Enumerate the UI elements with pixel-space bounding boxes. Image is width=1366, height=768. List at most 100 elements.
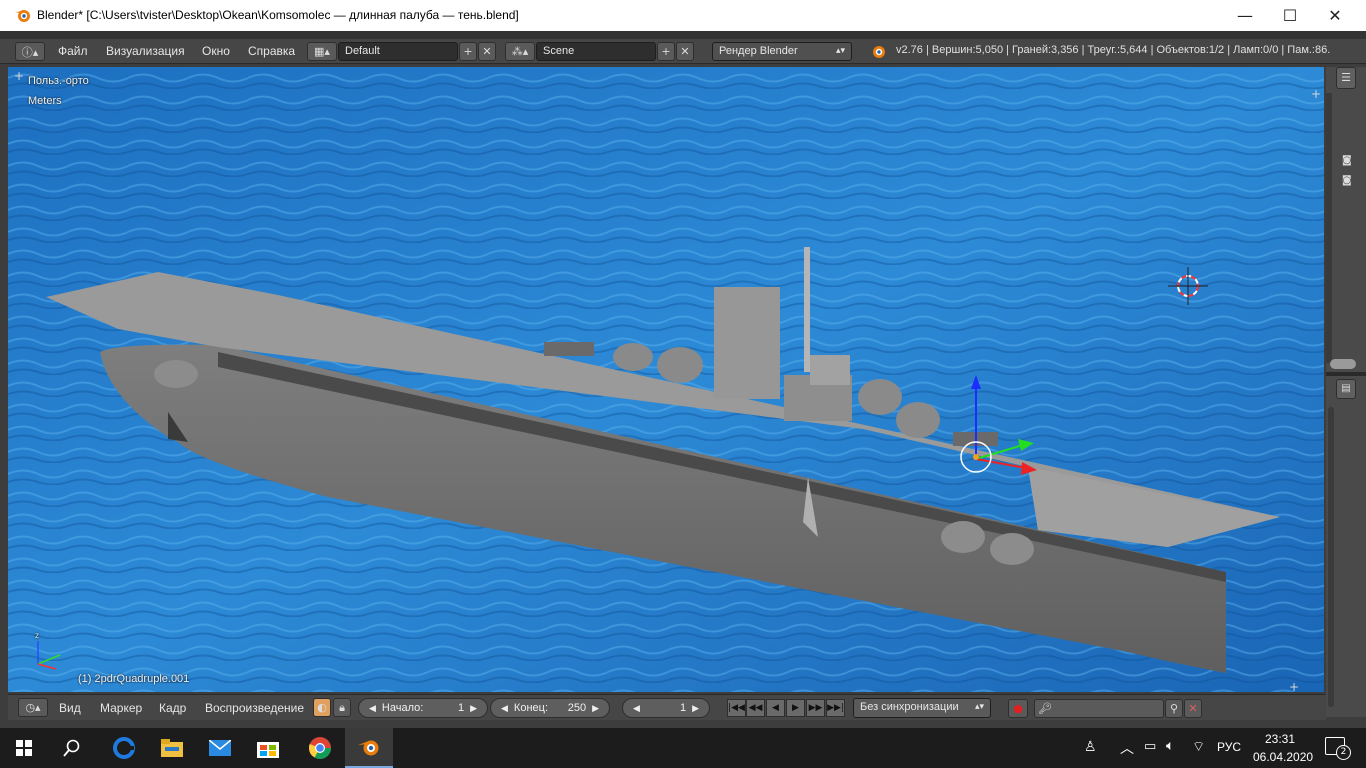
clock-date[interactable]: 06.04.2020 <box>1253 750 1313 764</box>
keying-set-field[interactable]: 🔑︎ <box>1034 699 1164 718</box>
lock-icon[interactable]: 🔒︎ <box>333 698 351 717</box>
screen-layout-icon[interactable]: ▦▴ <box>307 42 337 61</box>
maximize-button[interactable]: ☐ <box>1267 0 1313 31</box>
battery-icon[interactable]: ▭ <box>1144 739 1156 754</box>
mail-taskbar-button[interactable] <box>196 728 244 768</box>
menu-render[interactable]: Визуализация <box>106 44 185 58</box>
increment-icon: ▶ <box>692 702 699 713</box>
current-frame-field[interactable]: ◀ 1 ▶ <box>622 698 710 718</box>
dropdown-arrows-icon: ▴▾ <box>974 701 984 711</box>
play-reverse-icon[interactable]: ◀ <box>766 699 785 717</box>
blender-logo-icon <box>15 10 30 22</box>
windows-logo-icon <box>16 740 32 756</box>
chrome-taskbar-button[interactable] <box>296 728 344 768</box>
network-icon[interactable]: ⌔ <box>1192 738 1205 756</box>
record-icon[interactable]: ● <box>1008 699 1028 718</box>
window-title: Blender* [C:\Users\tvister\Desktop\Okean… <box>37 8 519 22</box>
side-turret-aft-2 <box>990 533 1034 565</box>
scene-icon[interactable]: ⁂▴ <box>505 42 535 61</box>
outliner-editor-icon[interactable]: ☰ <box>1336 67 1356 89</box>
screen-layout-field[interactable]: Default <box>338 42 458 61</box>
jump-start-icon[interactable]: |◀◀ <box>727 699 746 717</box>
window-border <box>0 31 1366 39</box>
play-icon[interactable]: ▶ <box>786 699 805 717</box>
units-label: Meters <box>28 95 62 107</box>
insert-keyframe-icon[interactable]: ⚲ <box>1165 699 1183 718</box>
panel-scrollbar-track[interactable] <box>1326 93 1332 363</box>
properties-editor-icon[interactable]: ▤ <box>1336 379 1356 399</box>
camera-icon[interactable]: ◙ <box>1342 155 1352 166</box>
editor-type-timeline-icon[interactable]: ◷▴ <box>18 698 48 717</box>
region-expand-icon-bottom[interactable]: + <box>1289 680 1299 692</box>
folder-icon <box>161 739 183 757</box>
store-icon <box>257 742 279 758</box>
panel-divider <box>1326 372 1366 376</box>
blender-logo-icon <box>873 46 885 58</box>
start-frame-value: 1 <box>457 702 465 714</box>
menu-playback[interactable]: Воспроизведение <box>205 701 304 715</box>
notification-count-badge: 2 <box>1336 745 1351 760</box>
add-scene-icon[interactable]: + <box>657 42 675 61</box>
axis-label-z: z <box>35 631 39 640</box>
decrement-icon: ◀ <box>633 702 640 713</box>
clock-time[interactable]: 23:31 <box>1265 732 1295 746</box>
edge-taskbar-button[interactable] <box>100 728 148 768</box>
start-button[interactable] <box>0 728 48 768</box>
deck-turret-1 <box>657 347 703 383</box>
tray-expand-icon[interactable]: ︿ <box>1120 738 1134 758</box>
add-layout-icon[interactable]: + <box>459 42 477 61</box>
end-frame-value: 250 <box>567 702 587 714</box>
view-name-label: Польз.-орто <box>28 75 89 87</box>
timeline-header: ◷▴ Вид Маркер Кадр Воспроизведение ◐ 🔒︎ … <box>8 694 1326 720</box>
close-button[interactable]: ✕ <box>1312 0 1358 31</box>
sync-mode-label: Без синхронизации <box>860 701 959 713</box>
language-indicator[interactable]: РУС <box>1217 740 1241 754</box>
blender-taskbar-button[interactable] <box>345 728 393 768</box>
jump-end-icon[interactable]: ▶▶| <box>826 699 845 717</box>
right-panel: ☰ ◙ ◙ ▤ <box>1326 67 1366 717</box>
explorer-taskbar-button[interactable] <box>148 728 196 768</box>
delete-keyframe-icon[interactable]: ✕ <box>1184 699 1202 718</box>
store-taskbar-button[interactable] <box>244 728 292 768</box>
scene-statistics: v2.76 | Вершин:5,050 | Граней:3,356 | Тр… <box>896 44 1331 56</box>
search-button[interactable] <box>48 728 96 768</box>
camera-icon-2[interactable]: ◙ <box>1342 175 1352 186</box>
search-icon <box>63 739 80 757</box>
info-header: ⓘ▴ Файл Визуализация Окно Справка ▦▴ Def… <box>0 39 1366 64</box>
end-frame-field[interactable]: ◀ Конец: 250 ▶ <box>490 698 610 718</box>
end-frame-label: Конец: <box>513 702 548 714</box>
increment-icon: ▶ <box>470 702 477 713</box>
prev-keyframe-icon[interactable]: ◀◀ <box>746 699 765 717</box>
properties-scrollbar[interactable] <box>1328 407 1334 707</box>
editor-type-info-icon[interactable]: ⓘ▴ <box>15 42 45 61</box>
chrome-icon <box>308 737 331 759</box>
region-expand-icon-right[interactable]: + <box>1311 87 1321 101</box>
menu-view[interactable]: Вид <box>59 701 81 715</box>
delete-scene-icon[interactable]: ✕ <box>676 42 694 61</box>
preview-range-icon[interactable]: ◐ <box>313 698 331 717</box>
menu-marker[interactable]: Маркер <box>100 701 142 715</box>
decrement-icon: ◀ <box>369 702 376 713</box>
menu-file[interactable]: Файл <box>58 44 88 58</box>
mail-icon <box>209 740 231 756</box>
windows-taskbar: ♙ ︿ ▭ 🔈︎ ⌔ РУС 23:31 06.04.2020 2 <box>0 728 1366 768</box>
side-turret-aft-1 <box>941 521 985 553</box>
minimize-button[interactable]: — <box>1222 0 1268 31</box>
volume-icon[interactable]: 🔈︎ <box>1166 738 1174 754</box>
menu-frame[interactable]: Кадр <box>159 701 186 715</box>
blender-logo-icon <box>358 740 379 756</box>
start-frame-field[interactable]: ◀ Начало: 1 ▶ <box>358 698 488 718</box>
menu-help[interactable]: Справка <box>248 44 295 58</box>
edge-icon <box>113 737 135 759</box>
render-engine-label: Рендер Blender <box>719 45 798 57</box>
scene-field[interactable]: Scene <box>536 42 656 61</box>
3d-viewport[interactable]: + + + Польз.-орто Meters (1) 2pdrQuadrup… <box>8 67 1324 692</box>
menu-window[interactable]: Окно <box>202 44 230 58</box>
panel-scroll-handle[interactable] <box>1330 359 1356 369</box>
people-icon[interactable]: ♙ <box>1084 739 1097 755</box>
sync-mode-select[interactable]: Без синхронизации ▴▾ <box>853 698 991 718</box>
delete-layout-icon[interactable]: ✕ <box>478 42 496 61</box>
next-keyframe-icon[interactable]: ▶▶ <box>806 699 825 717</box>
region-expand-icon[interactable]: + <box>14 69 24 83</box>
render-engine-select[interactable]: Рендер Blender ▴▾ <box>712 42 852 61</box>
